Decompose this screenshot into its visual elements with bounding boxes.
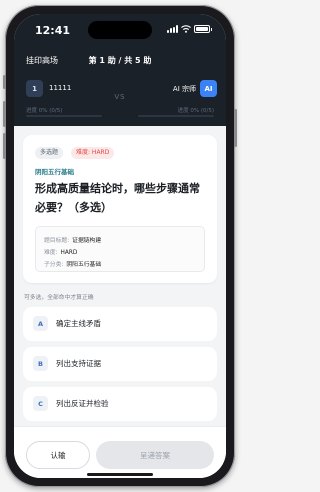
option-a[interactable]: A 确定主线矛盾 xyxy=(23,307,217,341)
question-card: 多选题 难度: HARD 阴阳五行基础 形成高质量结论时，哪些步骤通常必要？（多… xyxy=(23,135,217,283)
option-letter: B xyxy=(33,356,48,371)
question-area: 多选题 难度: HARD 阴阳五行基础 形成高质量结论时，哪些步骤通常必要？（多… xyxy=(14,126,226,478)
vs-label: VS xyxy=(114,93,126,101)
option-text: 列出支持证据 xyxy=(56,359,101,368)
status-time: 12:41 xyxy=(35,24,71,37)
question-type-tag: 多选题 xyxy=(35,147,64,159)
option-text: 列出反证并检验 xyxy=(56,399,109,408)
battery-icon xyxy=(194,25,212,33)
volume-down-button xyxy=(3,133,6,159)
top-bar: 挂印高场 第 1 助 / 共 5 助 xyxy=(14,52,226,70)
volume-up-button xyxy=(3,101,6,127)
option-letter: A xyxy=(33,316,48,331)
screen: 12:41 挂印高场 第 1 助 / 共 5 助 1 11111 VS AI 宗… xyxy=(14,14,226,478)
answer-hint: 可多选，全部命中才算正确 xyxy=(24,295,94,301)
question-meta-box: 题目标题: 证据链构建 难度: HARD 子分类: 阴阳五行基础 xyxy=(35,226,205,272)
player-progress-label: 进度 0% (0/5) xyxy=(26,108,63,114)
surrender-button[interactable]: 认输 xyxy=(26,441,90,469)
opponent-progress-label: 进度 0% (0/5) xyxy=(177,108,214,114)
opponent-avatar: AI xyxy=(200,80,217,97)
phone-frame: 12:41 挂印高场 第 1 助 / 共 5 助 1 11111 VS AI 宗… xyxy=(3,5,237,487)
submit-answer-button[interactable]: 呈递答案 xyxy=(96,441,214,469)
players-row: 1 11111 VS AI 宗师 AI xyxy=(14,76,226,102)
meta-row-difficulty: 难度: HARD xyxy=(44,250,78,256)
mute-switch xyxy=(3,75,6,89)
status-icons xyxy=(167,25,212,33)
question-text: 形成高质量结论时，哪些步骤通常必要？（多选） xyxy=(35,182,200,214)
meta-row-subcategory: 子分类: 阴阳五行基础 xyxy=(44,262,102,268)
option-c[interactable]: C 列出反证并检验 xyxy=(23,387,217,421)
meta-row-title: 题目标题: 证据链构建 xyxy=(44,238,102,244)
home-indicator xyxy=(87,473,153,476)
status-bar: 12:41 xyxy=(14,14,226,44)
player-name: 11111 xyxy=(49,84,72,92)
option-letter: C xyxy=(33,396,48,411)
match-header: 12:41 挂印高场 第 1 助 / 共 5 助 1 11111 VS AI 宗… xyxy=(14,14,226,126)
wifi-icon xyxy=(181,25,191,33)
power-button xyxy=(234,109,237,147)
round-indicator: 第 1 助 / 共 5 助 xyxy=(88,56,152,65)
option-text: 确定主线矛盾 xyxy=(56,319,101,328)
option-b[interactable]: B 列出支持证据 xyxy=(23,347,217,381)
dynamic-island xyxy=(88,21,152,39)
player-progress-bar xyxy=(26,115,102,117)
action-bar: 认输 呈递答案 xyxy=(14,426,226,478)
opponent-name: AI 宗师 xyxy=(172,85,196,93)
topic-label: 阴阳五行基础 xyxy=(35,168,74,176)
difficulty-tag: 难度: HARD xyxy=(71,147,115,159)
opponent-progress-bar xyxy=(138,115,214,117)
signal-icon xyxy=(167,25,178,33)
